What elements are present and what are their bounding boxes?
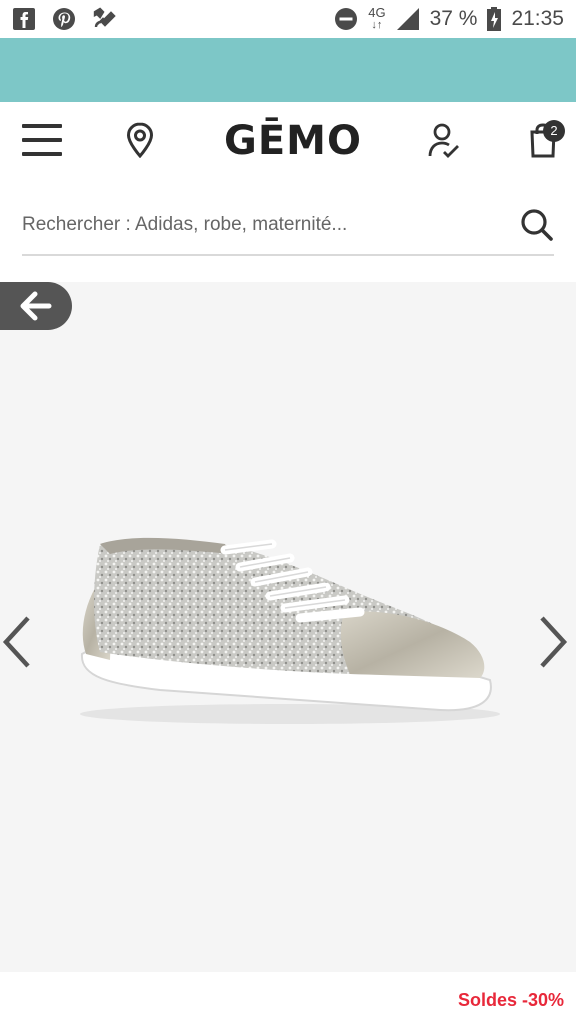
cart-count-badge[interactable]: 2: [543, 120, 565, 142]
arrow-left-icon: [20, 291, 52, 321]
sneaker-image: [80, 537, 500, 724]
do-not-disturb-icon: [335, 8, 358, 30]
pinterest-icon: [53, 8, 75, 30]
back-button[interactable]: [0, 282, 72, 330]
status-bar: 4G ↓↑ 37 % 21:35: [0, 0, 576, 38]
network-indicator: 4G ↓↑: [368, 5, 386, 31]
chevron-left-icon[interactable]: [0, 612, 36, 672]
promo-banner[interactable]: [0, 38, 576, 102]
network-type-label: 4G: [368, 5, 386, 20]
search-input[interactable]: [22, 214, 520, 236]
facebook-icon: [13, 8, 35, 30]
account-icon[interactable]: [426, 122, 462, 162]
brand-logo[interactable]: GĒMO: [220, 116, 366, 166]
signal-icon: [396, 8, 419, 30]
satellite-icon: [93, 7, 116, 28]
product-image-carousel[interactable]: [0, 282, 576, 972]
chevron-right-icon[interactable]: [534, 612, 570, 672]
menu-bar: [22, 138, 62, 142]
menu-bar: [22, 152, 62, 156]
search-icon[interactable]: [520, 208, 554, 242]
menu-bar: [22, 124, 62, 128]
battery-percentage: 37 %: [429, 7, 478, 30]
promo-badge: Soldes -30%: [457, 990, 564, 1010]
clock: 21:35: [511, 7, 564, 30]
store-locator-icon[interactable]: [124, 122, 156, 158]
search-bar: [22, 196, 554, 256]
menu-button[interactable]: [22, 124, 62, 156]
battery-icon: [487, 7, 502, 31]
